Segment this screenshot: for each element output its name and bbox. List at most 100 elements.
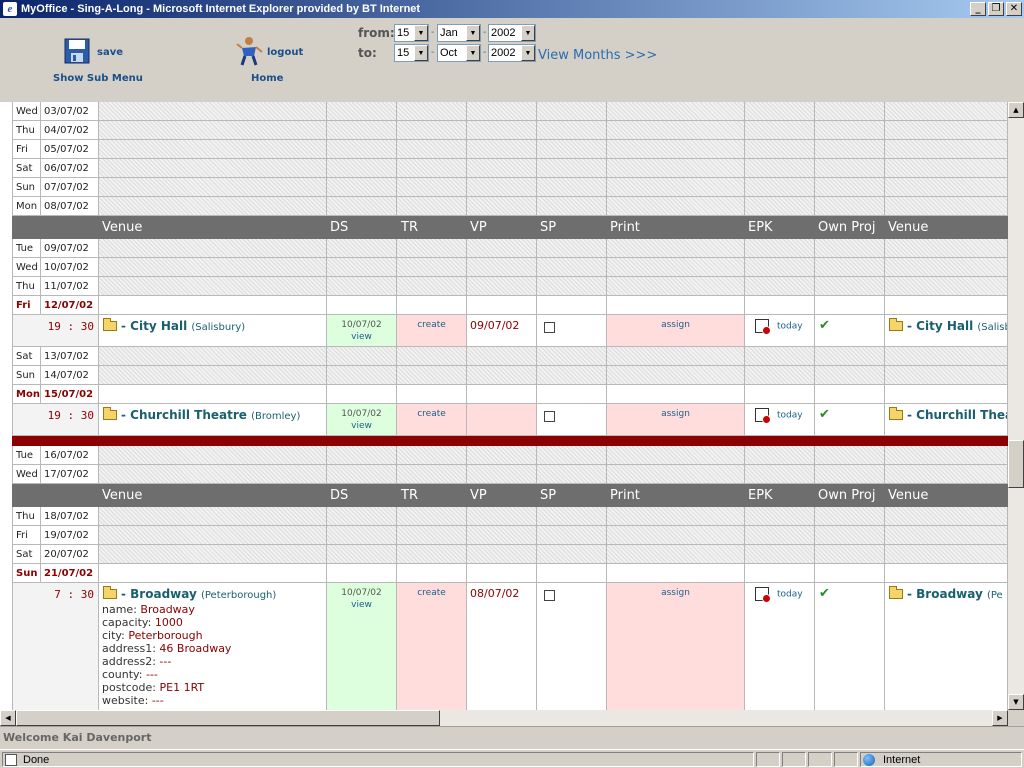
to-day-select[interactable]: 15 ▼	[394, 44, 429, 62]
date-cell: 19/07/02	[41, 526, 99, 545]
grid-cell	[885, 296, 1008, 315]
grid-cell	[327, 366, 397, 385]
vertical-scrollbar[interactable]: ▲ ▼	[1008, 102, 1024, 710]
grid-cell	[815, 545, 885, 564]
scroll-down-arrow-icon[interactable]: ▼	[1008, 694, 1024, 710]
schedule-grid: Wed 03/07/02 Thu 04/07/02 Fri 05/07/02 Sat 06/0…	[0, 102, 1008, 710]
folder-icon[interactable]	[103, 586, 117, 599]
date-cell: 18/07/02	[41, 507, 99, 526]
close-button[interactable]: ✕	[1006, 2, 1022, 16]
print-assign-link[interactable]: assign	[607, 315, 745, 347]
venue-name[interactable]: - City Hall	[121, 319, 187, 333]
epk-today-link[interactable]: today	[777, 322, 803, 332]
day-of-week: Sat	[12, 347, 41, 366]
show-sub-menu-link[interactable]: Show Sub Menu	[53, 73, 143, 84]
grid-cell	[607, 347, 745, 366]
hscroll-thumb[interactable]	[16, 710, 440, 726]
sp-cell	[537, 583, 607, 710]
detail-value: 46 Broadway	[159, 642, 232, 655]
detail-key: website:	[102, 694, 149, 707]
vp-date	[467, 404, 537, 436]
grid-cell	[327, 121, 397, 140]
scroll-up-arrow-icon[interactable]: ▲	[1008, 102, 1024, 118]
grid-cell	[885, 277, 1008, 296]
grid-cell	[815, 197, 885, 216]
restore-button[interactable]: ❐	[988, 2, 1004, 16]
sp-checkbox[interactable]	[544, 411, 555, 422]
grid-cell	[815, 507, 885, 526]
grid-cell	[99, 140, 327, 159]
sp-checkbox[interactable]	[544, 322, 555, 333]
epk-cell: today	[745, 404, 815, 436]
grid-cell	[99, 347, 327, 366]
grid-cell	[745, 121, 815, 140]
venue-name[interactable]: - Churchill Theatre	[907, 408, 1007, 422]
grid-cell	[397, 277, 467, 296]
tr-create-link[interactable]: create	[397, 315, 467, 347]
print-assign-link[interactable]: assign	[607, 583, 745, 710]
venue-town: (Salisbury)	[977, 322, 1007, 333]
venue-cell[interactable]: - City Hall (Salisbury)	[99, 315, 327, 347]
grid-cell	[885, 545, 1008, 564]
from-month-select[interactable]: Jan ▼	[437, 24, 481, 42]
minimize-button[interactable]: _	[970, 2, 986, 16]
folder-icon[interactable]	[889, 318, 903, 331]
ds-date: 10/07/02	[341, 409, 382, 419]
venue-name[interactable]: - Churchill Theatre	[121, 408, 247, 422]
ds-view-link[interactable]: view	[327, 420, 396, 432]
to-year-select[interactable]: 2002 ▼	[488, 44, 536, 62]
venue-name[interactable]: - City Hall	[907, 319, 973, 333]
grid-cell	[745, 446, 815, 465]
from-day-select[interactable]: 15 ▼	[394, 24, 429, 42]
calendar-icon[interactable]	[755, 319, 771, 335]
detail-line: capacity: 1000	[102, 616, 231, 629]
date-cell: 21/07/02	[41, 564, 99, 583]
scroll-right-arrow-icon[interactable]: ▶	[992, 710, 1008, 726]
logout-icon[interactable]	[236, 36, 264, 66]
day-row: Thu 11/07/02	[0, 277, 1008, 296]
to-month-select[interactable]: Oct ▼	[437, 44, 481, 62]
grid-cell	[885, 507, 1008, 526]
venue-cell[interactable]: - Churchill Theatre (Bromley)	[99, 404, 327, 436]
home-link[interactable]: Home	[251, 73, 283, 84]
grid-cell	[327, 465, 397, 484]
save-icon[interactable]	[64, 38, 90, 64]
grid-cell	[745, 507, 815, 526]
sp-checkbox[interactable]	[544, 590, 555, 601]
venue-cell-2[interactable]: - Broadway (Pe	[885, 583, 1008, 710]
tr-create-link[interactable]: create	[397, 404, 467, 436]
venue-cell[interactable]: - Broadway (Peterborough) name: Broadway c…	[99, 583, 327, 710]
view-months-link[interactable]: View Months >>>	[538, 48, 657, 63]
grid-cell	[607, 197, 745, 216]
venue-cell-2[interactable]: - City Hall (Salisbury)	[885, 315, 1008, 347]
grid-cell	[467, 385, 537, 404]
scroll-thumb[interactable]	[1008, 440, 1024, 488]
day-of-week: Wed	[12, 465, 41, 484]
ds-view-link[interactable]: view	[327, 331, 396, 343]
ds-view-link[interactable]: view	[327, 599, 396, 611]
grid-cell	[327, 178, 397, 197]
folder-icon[interactable]	[103, 407, 117, 420]
status-text: Done	[23, 753, 50, 766]
from-year-select[interactable]: 2002 ▼	[488, 24, 536, 42]
venue-name[interactable]: - Broadway	[121, 587, 197, 601]
folder-icon[interactable]	[889, 586, 903, 599]
grid-cell	[745, 564, 815, 583]
grid-cell	[815, 258, 885, 277]
epk-today-link[interactable]: today	[777, 590, 803, 600]
epk-today-link[interactable]: today	[777, 411, 803, 421]
folder-icon[interactable]	[889, 407, 903, 420]
calendar-icon[interactable]	[755, 587, 771, 603]
calendar-icon[interactable]	[755, 408, 771, 424]
save-link[interactable]: save	[97, 47, 123, 58]
folder-icon[interactable]	[103, 318, 117, 331]
date-cell: 09/07/02	[41, 239, 99, 258]
print-assign-link[interactable]: assign	[607, 404, 745, 436]
venue-name[interactable]: - Broadway	[907, 587, 983, 601]
horizontal-scrollbar[interactable]: ◀ ▶	[0, 710, 1008, 726]
grid-cell	[467, 507, 537, 526]
logout-link[interactable]: logout	[267, 47, 303, 58]
venue-cell-2[interactable]: - Churchill Theatre (Bromley)	[885, 404, 1008, 436]
scroll-left-arrow-icon[interactable]: ◀	[0, 710, 16, 726]
tr-create-link[interactable]: create	[397, 583, 467, 710]
